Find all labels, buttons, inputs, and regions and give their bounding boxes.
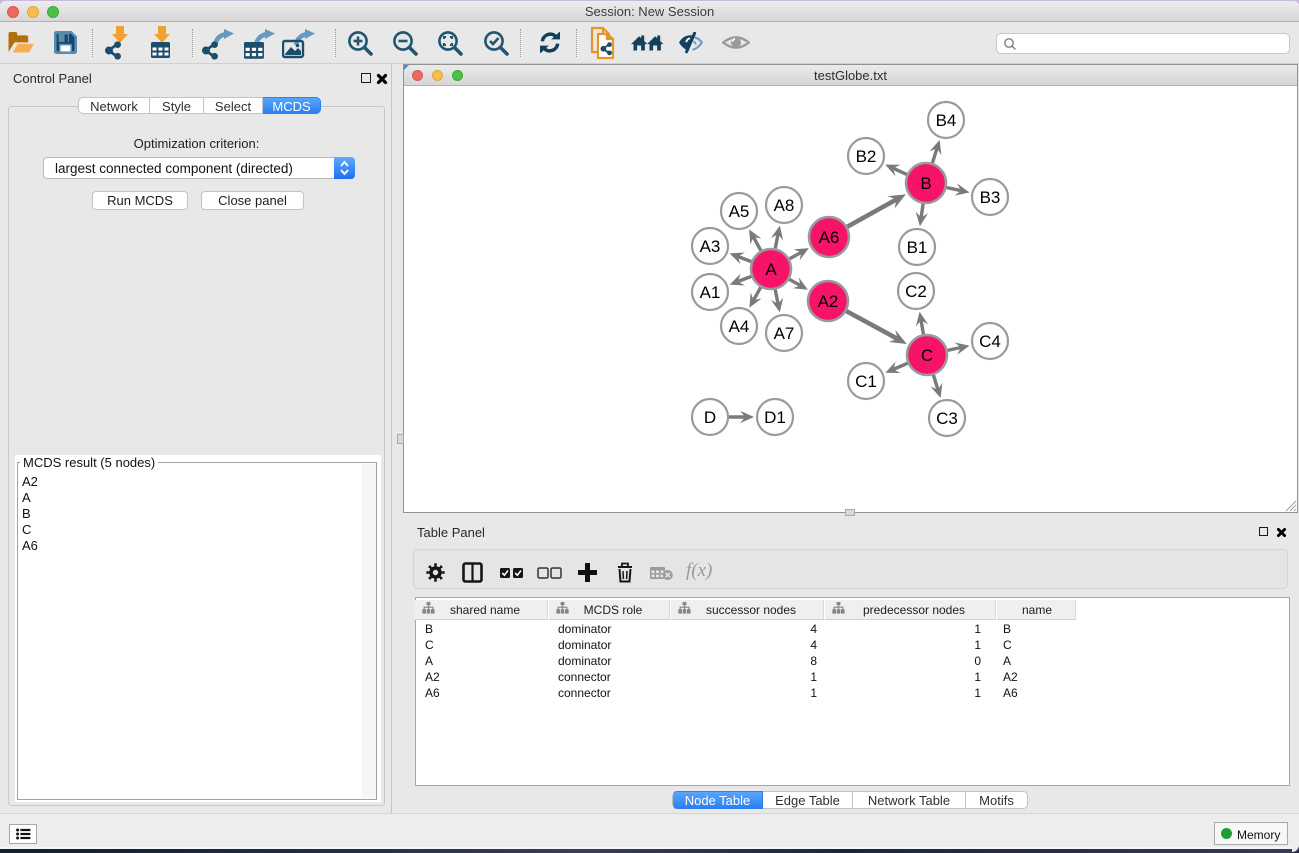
svg-text:C2: C2 — [905, 282, 927, 301]
svg-text:C1: C1 — [855, 372, 877, 391]
svg-text:B: B — [920, 174, 931, 193]
svg-text:A6: A6 — [819, 228, 840, 247]
svg-text:C4: C4 — [979, 332, 1001, 351]
svg-text:B1: B1 — [907, 238, 928, 257]
svg-text:C: C — [921, 346, 933, 365]
svg-text:A4: A4 — [729, 317, 750, 336]
svg-text:A: A — [765, 260, 777, 279]
svg-text:B2: B2 — [856, 147, 877, 166]
svg-text:B4: B4 — [936, 111, 957, 130]
svg-text:B3: B3 — [980, 188, 1001, 207]
svg-text:A3: A3 — [700, 237, 721, 256]
svg-text:D: D — [704, 408, 716, 427]
svg-text:A8: A8 — [774, 196, 795, 215]
svg-text:A1: A1 — [700, 283, 721, 302]
svg-text:C3: C3 — [936, 409, 958, 428]
svg-text:A5: A5 — [729, 202, 750, 221]
svg-text:D1: D1 — [764, 408, 786, 427]
svg-text:A7: A7 — [774, 324, 795, 343]
svg-text:A2: A2 — [818, 292, 839, 311]
